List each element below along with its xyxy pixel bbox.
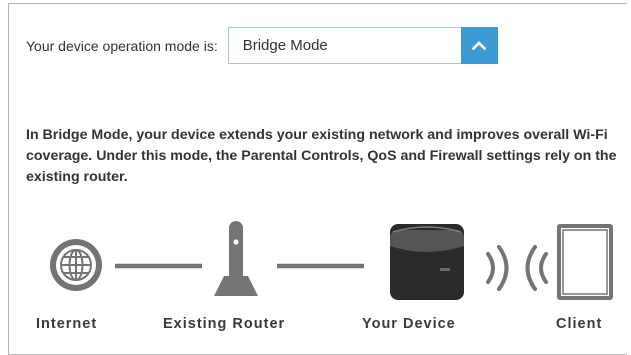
tablet-icon [557, 224, 613, 300]
your-device-label: Your Device [362, 316, 456, 332]
router-icon [214, 221, 258, 296]
extender-device-icon [390, 224, 464, 300]
client-label: Client [556, 316, 603, 332]
network-diagram [50, 221, 613, 300]
wifi-signal-icon [486, 245, 548, 291]
existing-router-label: Existing Router [163, 316, 286, 332]
internet-label: Internet [36, 316, 98, 332]
globe-icon [50, 239, 102, 291]
